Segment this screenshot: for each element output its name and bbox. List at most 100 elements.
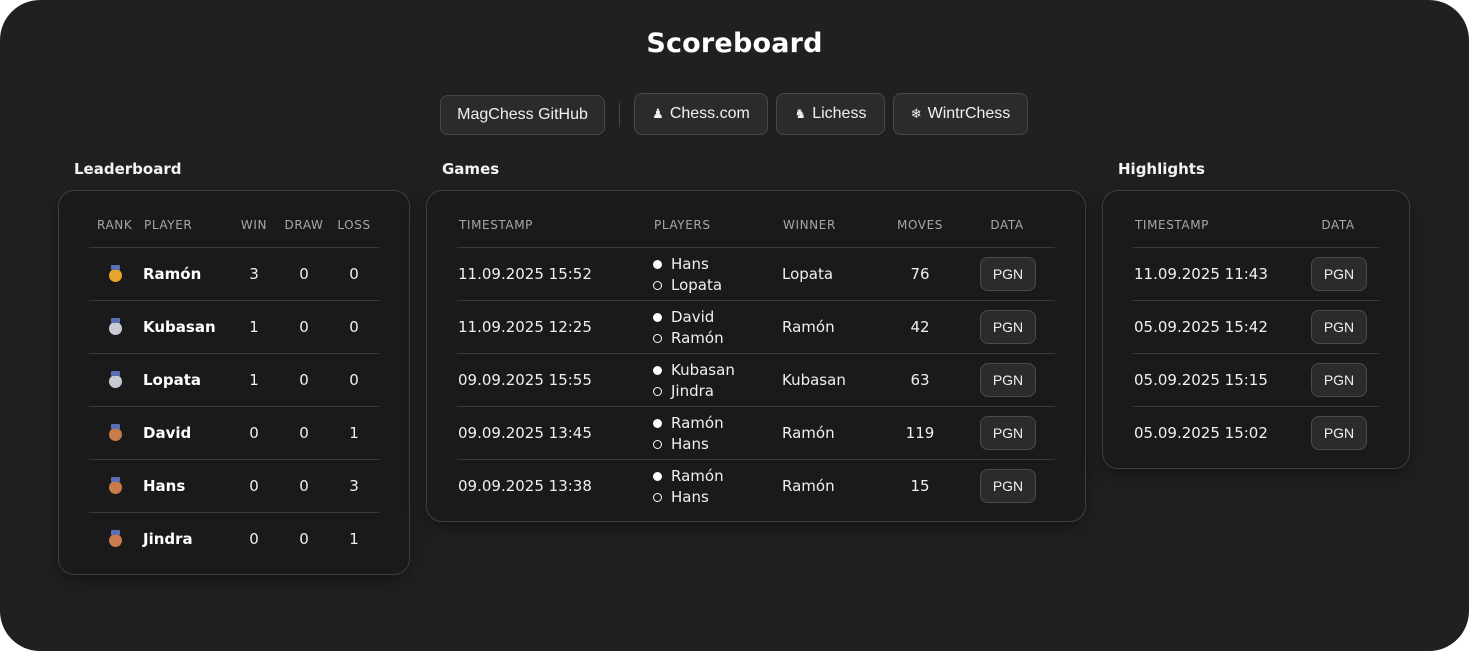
row-divider bbox=[457, 247, 1055, 248]
leaderboard-win-count: 0 bbox=[249, 424, 259, 442]
leaderboard-player-name: Jindra bbox=[143, 530, 193, 548]
game-moves: 76 bbox=[910, 265, 930, 283]
black-piece-icon bbox=[653, 281, 662, 290]
black-piece-icon bbox=[653, 440, 662, 449]
game-timestamp: 09.09.2025 13:38 bbox=[458, 477, 592, 495]
pgn-download-button[interactable]: PGN bbox=[1311, 257, 1367, 291]
leaderboard-player-name: Kubasan bbox=[143, 318, 216, 336]
wintrchess-button[interactable]: ❄ WintrChess bbox=[893, 93, 1028, 135]
pawn-icon: ♟ bbox=[652, 106, 664, 121]
medal-icon bbox=[109, 371, 122, 388]
game-black-player: Ramón bbox=[671, 329, 724, 347]
leaderboard-heading: Leaderboard bbox=[74, 160, 182, 178]
medal-icon bbox=[109, 318, 122, 335]
leaderboard-win-count: 1 bbox=[249, 318, 259, 336]
game-timestamp: 11.09.2025 15:52 bbox=[458, 265, 592, 283]
leaderboard-loss-count: 1 bbox=[349, 424, 359, 442]
wintrchess-label: WintrChess bbox=[927, 105, 1011, 122]
game-timestamp: 09.09.2025 13:45 bbox=[458, 424, 592, 442]
pgn-download-button[interactable]: PGN bbox=[1311, 416, 1367, 450]
game-timestamp: 09.09.2025 15:55 bbox=[458, 371, 592, 389]
game-black-player: Lopata bbox=[671, 276, 723, 294]
black-piece-icon bbox=[653, 387, 662, 396]
row-divider bbox=[89, 353, 379, 354]
leaderboard-header-loss: LOSS bbox=[337, 218, 371, 232]
pgn-download-button[interactable]: PGN bbox=[1311, 363, 1367, 397]
nav-separator bbox=[619, 103, 620, 127]
scoreboard-window: Scoreboard MagChess GitHub ♟ Chess.com ♞… bbox=[0, 0, 1469, 651]
leaderboard-draw-count: 0 bbox=[299, 318, 309, 336]
leaderboard-draw-count: 0 bbox=[299, 530, 309, 548]
magchess-github-button[interactable]: MagChess GitHub bbox=[440, 95, 605, 135]
lichess-label: Lichess bbox=[812, 105, 867, 122]
game-white-player: Hans bbox=[671, 255, 709, 273]
leaderboard-player-name: Lopata bbox=[143, 371, 202, 389]
row-divider bbox=[457, 406, 1055, 407]
row-divider bbox=[1133, 353, 1379, 354]
row-divider bbox=[457, 300, 1055, 301]
game-moves: 42 bbox=[910, 318, 930, 336]
medal-icon bbox=[109, 530, 122, 547]
pgn-download-button[interactable]: PGN bbox=[1311, 310, 1367, 344]
games-header-data: DATA bbox=[990, 218, 1024, 232]
game-winner: Ramón bbox=[782, 477, 835, 495]
pgn-download-button[interactable]: PGN bbox=[980, 363, 1036, 397]
game-winner: Ramón bbox=[782, 424, 835, 442]
row-divider bbox=[457, 353, 1055, 354]
game-white-player: David bbox=[671, 308, 715, 326]
white-piece-icon bbox=[653, 313, 662, 322]
pgn-download-button[interactable]: PGN bbox=[980, 257, 1036, 291]
highlights-header-timestamp: TIMESTAMP bbox=[1135, 218, 1210, 232]
highlight-timestamp: 05.09.2025 15:02 bbox=[1134, 424, 1268, 442]
white-piece-icon bbox=[653, 472, 662, 481]
row-divider bbox=[89, 406, 379, 407]
snowflake-icon: ❄ bbox=[910, 106, 922, 121]
leaderboard-loss-count: 3 bbox=[349, 477, 359, 495]
highlights-heading: Highlights bbox=[1118, 160, 1205, 178]
leaderboard-draw-count: 0 bbox=[299, 424, 309, 442]
row-divider bbox=[89, 247, 379, 248]
leaderboard-header-rank: RANK bbox=[97, 218, 133, 232]
games-heading: Games bbox=[442, 160, 500, 178]
game-black-player: Jindra bbox=[671, 382, 714, 400]
leaderboard-header-draw: DRAW bbox=[284, 218, 324, 232]
game-black-player: Hans bbox=[671, 435, 709, 453]
leaderboard-player-name: Ramón bbox=[143, 265, 202, 283]
leaderboard-loss-count: 0 bbox=[349, 318, 359, 336]
game-black-player: Hans bbox=[671, 488, 709, 506]
game-white-player: Ramón bbox=[671, 467, 724, 485]
game-moves: 119 bbox=[905, 424, 935, 442]
game-white-player: Ramón bbox=[671, 414, 724, 432]
highlight-timestamp: 11.09.2025 11:43 bbox=[1134, 265, 1268, 283]
knight-icon: ♞ bbox=[794, 106, 807, 121]
pgn-download-button[interactable]: PGN bbox=[980, 310, 1036, 344]
leaderboard-header-player: PLAYER bbox=[144, 218, 193, 232]
lichess-button[interactable]: ♞ Lichess bbox=[776, 93, 885, 135]
pgn-download-button[interactable]: PGN bbox=[980, 469, 1036, 503]
leaderboard-loss-count: 1 bbox=[349, 530, 359, 548]
leaderboard-loss-count: 0 bbox=[349, 265, 359, 283]
pgn-download-button[interactable]: PGN bbox=[980, 416, 1036, 450]
game-winner: Ramón bbox=[782, 318, 835, 336]
leaderboard-header-win: WIN bbox=[240, 218, 268, 232]
row-divider bbox=[1133, 406, 1379, 407]
row-divider bbox=[89, 459, 379, 460]
games-header-timestamp: TIMESTAMP bbox=[459, 218, 534, 232]
highlight-timestamp: 05.09.2025 15:15 bbox=[1134, 371, 1268, 389]
chess-com-button[interactable]: ♟ Chess.com bbox=[634, 93, 768, 135]
medal-icon bbox=[109, 477, 122, 494]
leaderboard-win-count: 1 bbox=[249, 371, 259, 389]
white-piece-icon bbox=[653, 419, 662, 428]
leaderboard-win-count: 3 bbox=[249, 265, 259, 283]
leaderboard-loss-count: 0 bbox=[349, 371, 359, 389]
leaderboard-player-name: Hans bbox=[143, 477, 186, 495]
leaderboard-draw-count: 0 bbox=[299, 477, 309, 495]
highlight-timestamp: 05.09.2025 15:42 bbox=[1134, 318, 1268, 336]
leaderboard-win-count: 0 bbox=[249, 477, 259, 495]
leaderboard-win-count: 0 bbox=[249, 530, 259, 548]
magchess-github-label: MagChess GitHub bbox=[457, 106, 588, 123]
white-piece-icon bbox=[653, 366, 662, 375]
games-header-moves: MOVES bbox=[897, 218, 943, 232]
games-header-players: PLAYERS bbox=[654, 218, 711, 232]
highlights-header-data: DATA bbox=[1321, 218, 1355, 232]
